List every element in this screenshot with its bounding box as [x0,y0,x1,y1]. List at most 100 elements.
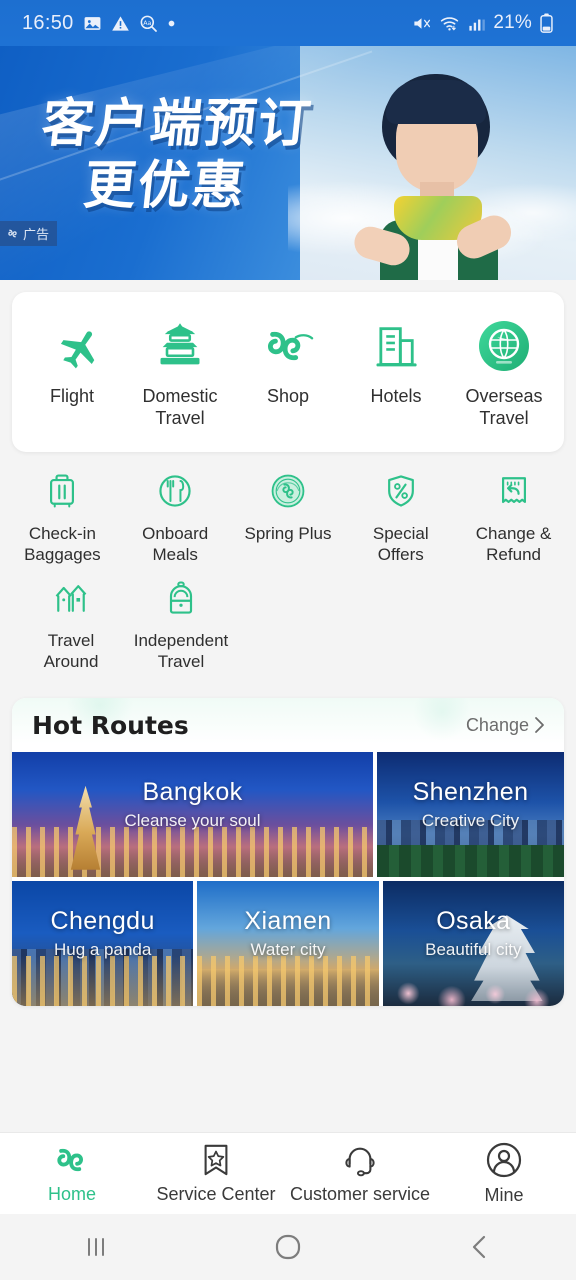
banner-headline-line1: 客户端预订 [38,94,316,154]
pagoda-icon [154,320,206,372]
service-tile-onboard-meals[interactable]: Onboard Meals [120,470,230,565]
warning-icon [111,15,129,31]
service-tile-independent-travel[interactable]: Independent Travel [126,577,236,672]
route-name: Xiamen [244,907,332,936]
service-label: Onboard Meals [142,523,209,564]
back-button[interactable] [384,1233,576,1261]
cutlery-icon [155,470,195,512]
hot-routes-header: Hot Routes Change [12,698,564,753]
route-name: Osaka [436,907,511,936]
headset-icon [345,1147,375,1176]
mute-icon [414,17,431,29]
route-name: Bangkok [142,778,243,807]
svg-text:Aa: Aa [143,19,151,26]
service-label: Domestic Travel [142,386,218,428]
service-tile-domestic-travel[interactable]: Domestic Travel [126,320,234,430]
service-tile-change-refund[interactable]: Change & Refund [459,470,569,565]
emblem-icon [268,470,308,512]
service-label: Check-in Baggages [24,523,101,564]
banner-headline: 客户端预订 更优惠 [38,94,372,216]
spring-logo-icon [8,229,17,238]
spring-logo-icon [261,320,315,372]
route-tagline: Water city [250,940,326,960]
service-tile-check-in-baggages[interactable]: Check-in Baggages [7,470,117,565]
route-tagline: Hug a panda [53,940,152,960]
routes-row: Bangkok Cleanse your soul Shenzhen Creat… [12,752,564,878]
status-bar-left: 16:50 Aa [22,12,176,35]
recents-button[interactable] [0,1234,192,1260]
content-area: Flight Domestic Travel Shop Hotels Overs… [0,280,576,1132]
building-icon [370,320,422,372]
service-label: Hotels [370,386,422,406]
houses-icon [51,577,91,619]
tab-label: Customer service [289,1183,431,1204]
percent-shield-icon [381,470,421,512]
airplane-icon [46,320,98,372]
app-screen: 16:50 Aa 21% 客户端预订 更优惠 广告 Flight Domesti… [0,0,576,1280]
receipt-refund-icon [494,470,534,512]
recents-icon [88,1238,104,1256]
service-tile-spring-plus[interactable]: Spring Plus [233,470,343,565]
gallery-icon [84,16,100,30]
wifi-icon [441,16,459,31]
route-card-bangkok[interactable]: Bangkok Cleanse your soul [12,752,373,878]
chevron-right-icon [535,717,544,734]
service-tile-travel-around[interactable]: Travel Around [16,577,126,672]
bottom-tab-bar: Home Service Center Customer service Min… [0,1132,576,1214]
primary-services-card: Flight Domestic Travel Shop Hotels Overs… [12,292,564,452]
bookmark-star-icon [204,1144,228,1175]
tab-service-center[interactable]: Service Center [144,1143,288,1205]
service-label: Travel Around [43,631,99,672]
tab-customer-service[interactable]: Customer service [288,1143,432,1205]
tab-label: Service Center [156,1183,276,1204]
dot-icon [168,20,174,26]
route-card-chengdu[interactable]: Chengdu Hug a panda [12,881,194,1007]
route-card-xiamen[interactable]: Xiamen Water city [197,881,379,1007]
banner-headline-line2: 更优惠 [80,156,250,216]
home-circle-icon [275,1234,301,1260]
status-bar-right: 21% [411,12,554,34]
service-tile-overseas-travel[interactable]: Overseas Travel [450,320,558,430]
battery-icon [540,13,553,33]
back-chevron-icon [472,1235,486,1259]
hot-routes-section: Hot Routes Change Bangkok Cleanse your s… [12,698,564,1007]
route-card-osaka[interactable]: Osaka Beautiful city [382,881,564,1007]
service-tile-hotels[interactable]: Hotels [342,320,450,408]
service-label: Independent Travel [133,631,229,672]
route-name: Chengdu [50,907,155,936]
status-time: 16:50 [22,11,74,34]
ad-badge: 广告 [0,221,58,246]
user-circle-icon [486,1142,522,1177]
home-button[interactable] [192,1233,384,1261]
change-routes-button[interactable]: Change [466,715,546,736]
tab-mine[interactable]: Mine [432,1142,576,1206]
hot-routes-grid: Bangkok Cleanse your soul Shenzhen Creat… [12,752,564,1007]
text-search-icon: Aa [140,15,157,32]
system-navigation-bar [0,1214,576,1280]
route-card-shenzhen[interactable]: Shenzhen Creative City [377,752,564,878]
signal-icon [469,19,486,31]
tab-label: Home [47,1183,96,1204]
route-tagline: Cleanse your soul [124,811,261,831]
route-name: Shenzhen [412,778,529,807]
service-label: Overseas Travel [465,386,543,428]
service-label: Shop [266,386,310,406]
service-label: Spring Plus [244,523,332,543]
change-label: Change [465,714,529,735]
secondary-services-row-1: Check-in Baggages Onboard Meals Spring P… [6,470,570,565]
battery-percent: 21% [493,12,532,33]
service-tile-special-offers[interactable]: Special Offers [346,470,456,565]
backpack-icon [161,577,201,619]
route-tagline: Beautiful city [425,940,522,960]
spring-logo-icon [57,1148,83,1171]
service-tile-flight[interactable]: Flight [18,320,126,408]
secondary-services-row-2: Travel Around Independent Travel [6,577,570,672]
promo-banner[interactable]: 客户端预订 更优惠 广告 [0,46,576,280]
service-label: Special Offers [372,523,429,564]
routes-row: Chengdu Hug a panda Xiamen Water city Os… [12,881,564,1007]
service-tile-shop[interactable]: Shop [234,320,342,408]
tab-home[interactable]: Home [0,1143,144,1205]
status-bar: 16:50 Aa 21% [0,0,576,46]
service-label: Change & Refund [475,523,552,564]
tab-label: Mine [484,1184,524,1205]
